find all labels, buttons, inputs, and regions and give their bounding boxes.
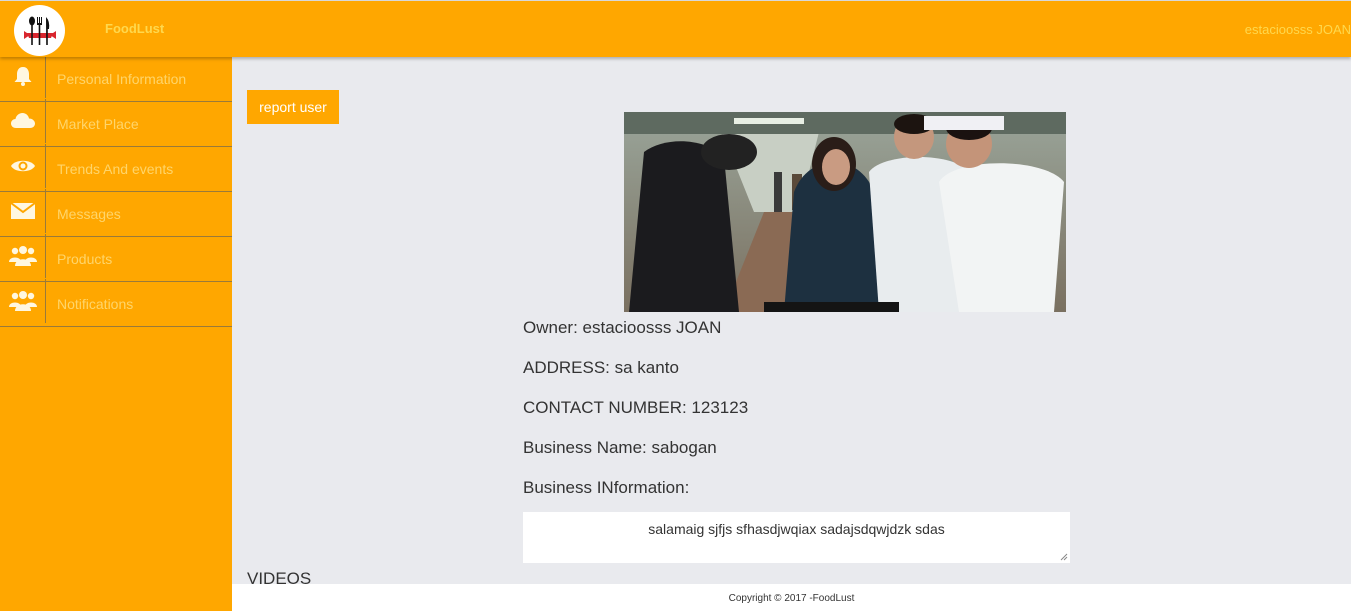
cloud-icon	[0, 99, 46, 143]
eye-icon	[0, 144, 46, 188]
sidebar-item-market-place[interactable]: Market Place	[0, 99, 232, 147]
sidebar-item-label: Market Place	[57, 116, 139, 132]
business-photo	[624, 112, 1066, 312]
sidebar-item-label: Messages	[57, 206, 121, 222]
current-user-name[interactable]: estacioosss JOAN	[1245, 22, 1351, 37]
sidebar-item-label: Notifications	[57, 296, 134, 312]
report-user-button[interactable]: report user	[247, 90, 339, 124]
users-icon	[0, 234, 46, 278]
contact-number-text: CONTACT NUMBER: 123123	[523, 398, 749, 417]
sidebar-item-label: Trends And events	[57, 161, 174, 177]
users-icon	[0, 279, 46, 323]
owner-text: Owner: estacioosss JOAN	[523, 318, 722, 337]
sidebar-item-messages[interactable]: Messages	[0, 189, 232, 237]
sidebar-item-personal-information[interactable]: Personal Information	[0, 54, 232, 102]
business-information-value: salamaig sjfjs sfhasdjwqiax sadajsdqwjdz…	[648, 521, 945, 537]
sidebar: Personal Information Market Place Trends…	[0, 54, 232, 611]
business-information-textarea[interactable]: salamaig sjfjs sfhasdjwqiax sadajsdqwjdz…	[523, 512, 1070, 563]
brand-name[interactable]: FoodLust	[105, 21, 164, 36]
top-navbar: FoodLust estacioosss JOAN	[0, 0, 1351, 57]
sidebar-item-products[interactable]: Products	[0, 234, 232, 282]
envelope-icon	[0, 189, 46, 233]
resize-grip-icon[interactable]	[1060, 553, 1068, 561]
address-text: ADDRESS: sa kanto	[523, 358, 679, 377]
sidebar-item-label: Personal Information	[57, 71, 187, 87]
business-name-text: Business Name: sabogan	[523, 438, 717, 457]
copyright-text: Copyright © 2017 -FoodLust	[728, 593, 855, 604]
bell-icon	[0, 54, 46, 98]
footer: Copyright © 2017 -FoodLust	[232, 584, 1351, 611]
restaurant-logo-icon[interactable]	[14, 5, 65, 56]
sidebar-item-label: Products	[57, 251, 113, 267]
sidebar-item-trends-and-events[interactable]: Trends And events	[0, 144, 232, 192]
sidebar-item-notifications[interactable]: Notifications	[0, 279, 232, 327]
business-information-label: Business INformation:	[523, 478, 690, 497]
